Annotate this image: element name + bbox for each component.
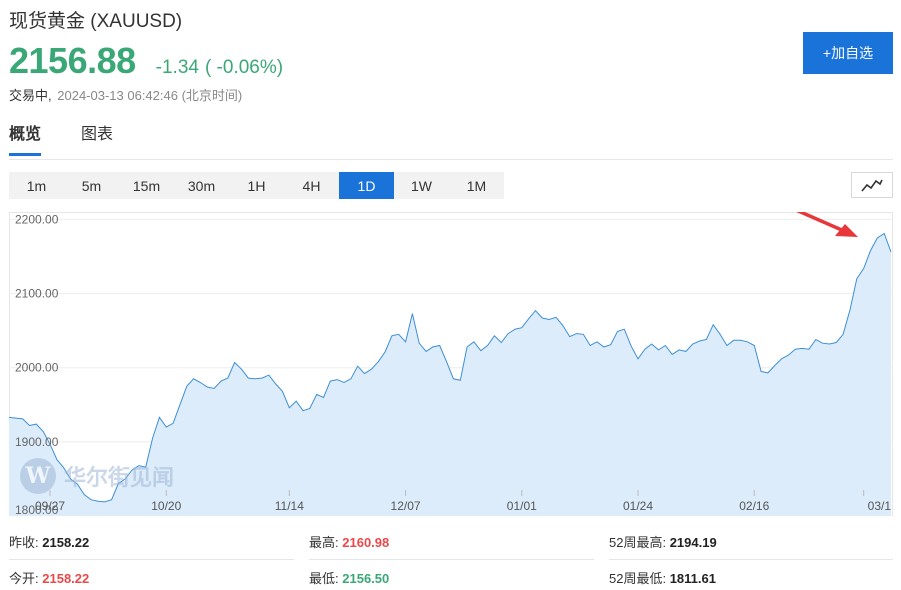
x-tick-label: 10/20 — [151, 499, 181, 513]
stat-52w-high: 52周最高: 2194.19 — [609, 532, 717, 551]
stat-high: 最高: 2160.98 — [309, 532, 389, 551]
stat-52w-low-label: 52周最低: — [609, 571, 667, 586]
stat-open-label: 今开: — [9, 571, 39, 586]
tabs-divider — [9, 159, 893, 160]
quote-timestamp: 2024-03-13 06:42:46 (北京时间) — [57, 88, 243, 103]
view-tabs: 概览 图表 — [9, 120, 153, 156]
stat-prev-close-value: 2158.22 — [42, 535, 90, 550]
period-4h[interactable]: 4H — [284, 172, 339, 199]
instrument-title: 现货黄金 (XAUUSD) — [9, 6, 182, 33]
instrument-name: 现货黄金 — [9, 11, 86, 32]
price-change-value: -1.34 — [155, 57, 199, 78]
chart-type-button[interactable] — [851, 172, 893, 198]
period-5m[interactable]: 5m — [64, 172, 119, 199]
price-row: 2156.88 -1.34( -0.06%) — [9, 40, 283, 82]
price-change-percent: ( -0.06%) — [204, 57, 284, 78]
period-1m[interactable]: 1m — [9, 172, 64, 199]
period-1mo[interactable]: 1M — [449, 172, 504, 199]
add-to-watchlist-button[interactable]: +加自选 — [803, 32, 893, 74]
y-tick-label: 1900.00 — [15, 435, 59, 449]
stat-open: 今开: 2158.22 — [9, 568, 89, 587]
stat-52w-high-value: 2194.19 — [669, 535, 717, 550]
x-tick-label: 02/16 — [739, 499, 769, 513]
stat-high-value: 2160.98 — [342, 535, 390, 550]
stat-prev-close: 昨收: 2158.22 — [9, 532, 89, 551]
tab-chart[interactable]: 图表 — [81, 120, 113, 156]
tab-overview[interactable]: 概览 — [9, 120, 42, 156]
price-change: -1.34( -0.06%) — [156, 57, 283, 79]
period-30m[interactable]: 30m — [174, 172, 229, 199]
x-tick-label: 11/14 — [275, 499, 304, 513]
stat-52w-low-value: 1811.61 — [669, 571, 716, 586]
period-selector: 1m 5m 15m 30m 1H 4H 1D 1W 1M — [9, 172, 504, 199]
stats-divider — [9, 559, 294, 560]
current-price: 2156.88 — [9, 40, 136, 81]
watermark: W 华尔街见闻 — [20, 458, 174, 494]
period-1w[interactable]: 1W — [394, 172, 449, 199]
stat-prev-close-label: 昨收: — [9, 535, 39, 550]
stat-open-value: 2158.22 — [42, 571, 90, 586]
stat-low-value: 2156.50 — [342, 571, 390, 586]
x-tick-label: 01/24 — [623, 499, 653, 513]
y-tick-label: 2100.00 — [15, 287, 59, 301]
instrument-symbol: (XAUUSD) — [90, 11, 183, 32]
y-tick-label: 2000.00 — [15, 361, 59, 375]
stat-low-label: 最低: — [309, 571, 339, 586]
period-1h[interactable]: 1H — [229, 172, 284, 199]
period-15m[interactable]: 15m — [119, 172, 174, 199]
stat-52w-low: 52周最低: 1811.61 — [609, 568, 716, 587]
x-tick-label: 12/07 — [391, 499, 421, 513]
stat-low: 最低: 2156.50 — [309, 568, 389, 587]
stats-divider — [609, 559, 893, 560]
x-tick-label: 09/27 — [35, 499, 65, 513]
period-1d[interactable]: 1D — [339, 172, 394, 199]
stat-high-label: 最高: — [309, 535, 339, 550]
y-tick-label: 2200.00 — [15, 212, 59, 226]
watermark-logo: W — [20, 458, 56, 494]
x-tick-label: 01/01 — [507, 499, 537, 513]
stats-divider — [309, 559, 594, 560]
x-tick-label: 03/1 — [868, 499, 892, 513]
trading-status: 交易中, 2024-03-13 06:42:46 (北京时间) — [9, 85, 242, 104]
watermark-text: 华尔街见闻 — [64, 465, 175, 491]
stat-52w-high-label: 52周最高: — [609, 535, 667, 550]
line-chart-icon — [861, 179, 883, 192]
trading-state: 交易中, — [9, 88, 52, 103]
